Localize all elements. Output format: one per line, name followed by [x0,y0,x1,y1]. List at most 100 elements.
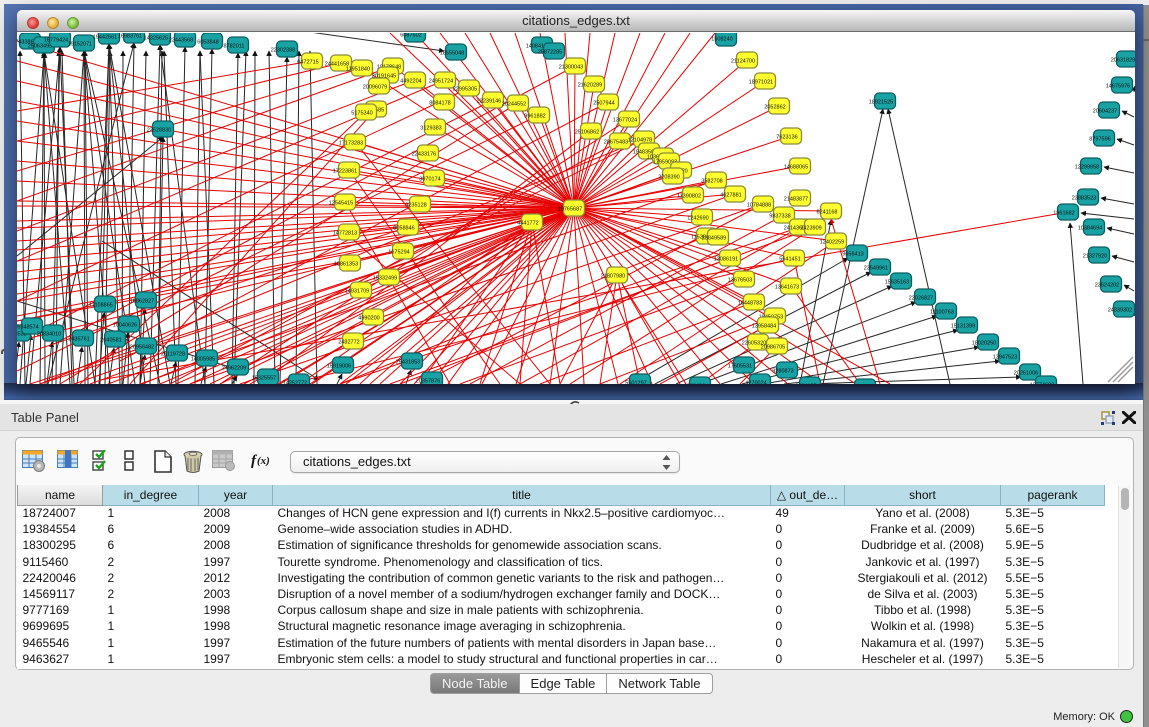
svg-text:12299958: 12299958 [1075,165,1099,171]
svg-text:2423909: 2423909 [800,226,821,232]
svg-text:13947523: 13947523 [993,355,1017,361]
svg-text:3582708: 3582708 [701,179,722,185]
svg-text:19152071: 19152071 [68,42,92,48]
svg-text:7623136: 7623136 [776,135,797,141]
svg-text:2052862: 2052862 [764,105,785,111]
svg-text:11100763: 11100763 [930,310,954,316]
svg-text:23524202: 23524202 [1095,283,1119,289]
svg-text:24951724: 24951724 [429,79,453,85]
svg-text:25106862: 25106862 [575,130,599,136]
svg-text:24962209: 24962209 [222,366,246,372]
svg-text:21483877: 21483877 [784,197,808,203]
svg-text:9656413: 9656413 [842,252,863,258]
svg-text:2204155: 2204155 [795,384,816,385]
svg-text:22433176: 22433176 [412,152,436,158]
svg-text:14005985: 14005985 [191,357,215,363]
svg-text:9961882: 9961882 [524,114,545,120]
svg-text:25063495: 25063495 [28,44,52,50]
svg-text:20261006: 20261006 [1014,371,1038,377]
svg-text:10040626: 10040626 [113,323,137,329]
svg-text:2507944: 2507944 [593,101,614,107]
svg-text:20675483: 20675483 [604,140,628,146]
svg-text:12402259: 12402259 [820,240,844,246]
svg-text:20244552: 20244552 [502,102,526,108]
svg-text:2208390: 2208390 [658,175,679,181]
svg-text:6472715: 6472715 [297,60,318,66]
svg-text:19765687: 19765687 [558,207,582,213]
svg-text:4441772: 4441772 [517,221,538,227]
svg-text:15919006: 15919006 [327,364,351,370]
svg-text:14325625: 14325625 [144,36,168,42]
svg-text:10861353: 10861353 [334,262,358,268]
svg-text:21327920: 21327920 [1083,254,1107,260]
svg-text:3129383: 3129383 [420,126,441,132]
svg-text:14772813: 14772813 [333,231,357,237]
svg-text:6241168: 6241168 [816,210,837,216]
svg-text:5175340: 5175340 [351,111,372,117]
svg-text:22302388: 22302388 [271,48,295,54]
svg-text:13264804: 13264804 [684,384,708,385]
svg-text:4492204: 4492204 [400,79,421,85]
svg-text:25431853: 25431853 [396,360,420,366]
svg-text:(x): (x) [257,455,270,467]
svg-text:16862827: 16862827 [130,299,154,305]
svg-text:2435761: 2435761 [68,337,89,343]
svg-text:13086191: 13086191 [714,257,738,263]
svg-text:15635163: 15635163 [885,280,909,286]
svg-text:11108865: 11108865 [89,303,113,309]
svg-text:22239146: 22239146 [477,99,501,105]
svg-text:23549961: 23549961 [864,266,888,272]
svg-text:14252772: 14252772 [283,381,307,385]
svg-text:14931709: 14931709 [345,289,369,295]
svg-text:18555048: 18555048 [440,51,464,57]
svg-text:6053848: 6053848 [197,40,218,46]
svg-text:16779424: 16779424 [44,38,68,44]
svg-text:14675976: 14675976 [1106,84,1130,90]
svg-text:20834010: 20834010 [37,332,61,338]
svg-text:11390802: 11390802 [677,194,701,200]
svg-text:2040581: 2040581 [100,338,121,344]
svg-text:15332499: 15332499 [373,276,397,282]
svg-text:20604237: 20604237 [1093,109,1117,115]
svg-text:16448783: 16448783 [738,301,762,307]
svg-text:3235128: 3235128 [405,203,426,209]
svg-text:8797596: 8797596 [1089,137,1110,143]
svg-text:22026827: 22026827 [909,296,933,302]
svg-text:4627881: 4627881 [720,193,741,199]
svg-text:5641451: 5641451 [779,257,800,263]
svg-text:19442561: 19442561 [93,35,117,41]
svg-text:4990200: 4990200 [358,316,379,322]
svg-text:13958484: 13958484 [752,324,776,330]
svg-text:22443568: 22443568 [169,38,193,44]
svg-text:20631829: 20631829 [1111,58,1135,64]
svg-text:15131399: 15131399 [951,324,975,330]
svg-text:14688065: 14688065 [784,165,808,171]
svg-text:11951840: 11951840 [346,67,370,73]
svg-text:21807980: 21807980 [601,274,625,280]
svg-text:6087602: 6087602 [400,33,421,39]
svg-text:18020250: 18020250 [972,341,996,347]
svg-text:13676503: 13676503 [728,278,752,284]
svg-text:16983761: 16983761 [118,34,142,40]
svg-text:20096079: 20096079 [363,85,387,91]
svg-text:1508240: 1508240 [711,37,732,43]
svg-text:12545415: 12545415 [329,201,353,207]
svg-text:6058846: 6058846 [393,226,414,232]
svg-text:17173283: 17173283 [339,141,363,147]
svg-text:9837338: 9837338 [769,214,790,220]
svg-text:22995305: 22995305 [453,87,477,93]
svg-text:12774602: 12774602 [1030,383,1054,385]
svg-text:17223861: 17223861 [333,169,357,175]
svg-text:10784888: 10784888 [747,203,771,209]
svg-text:17605531: 17605531 [728,364,752,370]
svg-text:25872285: 25872285 [538,50,562,56]
svg-text:23849589: 23849589 [702,236,726,242]
svg-text:2482772: 2482772 [338,340,359,346]
svg-text:23528830: 23528830 [147,128,171,134]
svg-text:6348574: 6348574 [17,325,38,331]
svg-text:8280873: 8280873 [772,369,793,375]
svg-text:20956482: 20956482 [130,345,154,351]
svg-text:21620289: 21620289 [578,83,602,89]
svg-text:18971021: 18971021 [749,80,773,86]
svg-text:13641673: 13641673 [775,285,799,291]
